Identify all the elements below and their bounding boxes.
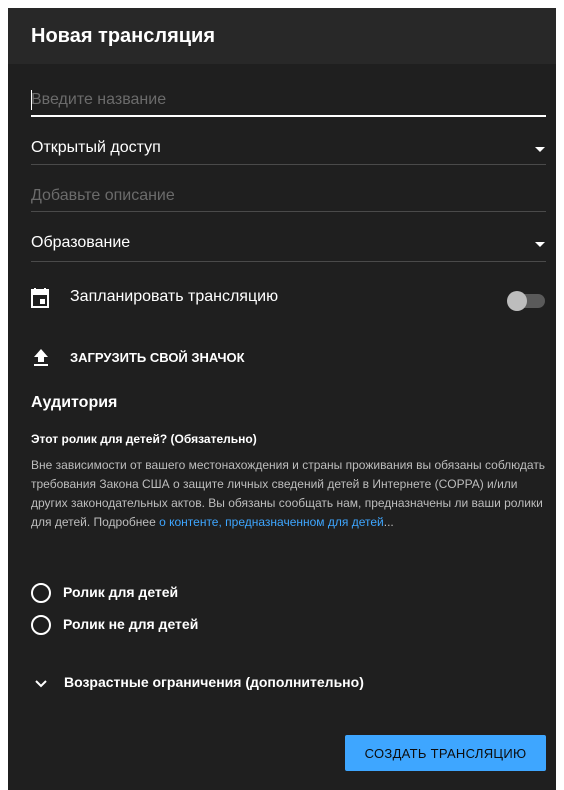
stream-title-underline — [31, 115, 546, 117]
stream-title-input[interactable] — [31, 88, 546, 112]
made-for-kids-link[interactable]: о контенте, предназначенном для детей — [159, 515, 384, 529]
age-restrictions-label: Возрастные ограничения (дополнительно) — [64, 674, 364, 690]
category-underline — [31, 261, 546, 262]
dropdown-arrow-icon — [535, 147, 545, 152]
stream-title-field[interactable] — [31, 88, 546, 118]
age-restrictions-expander[interactable]: Возрастные ограничения (дополнительно) — [31, 670, 431, 694]
category-select-value: Образование — [31, 234, 131, 251]
schedule-label: Запланировать трансляцию — [70, 288, 279, 305]
description-placeholder: Добавьте описание — [31, 187, 175, 204]
schedule-toggle[interactable] — [507, 291, 545, 311]
new-stream-dialog: Новая трансляция Открытый доступ Добавьт… — [8, 8, 556, 790]
create-stream-label: СОЗДАТЬ ТРАНСЛЯЦИЮ — [364, 745, 527, 761]
description-underline — [31, 211, 546, 212]
upload-icon — [33, 348, 49, 368]
description-field[interactable]: Добавьте описание — [31, 187, 546, 213]
create-stream-button[interactable]: СОЗДАТЬ ТРАНСЛЯЦИЮ — [345, 735, 546, 771]
privacy-underline — [31, 164, 546, 165]
radio-not-made-for-kids[interactable]: Ролик не для детей — [31, 614, 291, 638]
category-select[interactable]: Образование — [31, 234, 546, 262]
made-for-kids-question: Этот ролик для детей? (Обязательно) — [31, 432, 257, 446]
dropdown-arrow-icon — [535, 242, 545, 247]
coppa-info-text: Вне зависимости от вашего местонахождени… — [31, 456, 551, 532]
calendar-icon — [31, 288, 49, 308]
dialog-header: Новая трансляция — [8, 8, 556, 64]
privacy-select-value: Открытый доступ — [31, 139, 161, 156]
upload-thumbnail-button[interactable]: ЗАГРУЗИТЬ СВОЙ ЗНАЧОК — [31, 344, 271, 372]
privacy-select[interactable]: Открытый доступ — [31, 139, 546, 165]
radio-circle — [31, 583, 51, 603]
radio-label: Ролик не для детей — [63, 616, 199, 632]
toggle-thumb — [507, 291, 527, 311]
chevron-down-icon — [35, 676, 47, 688]
audience-title: Аудитория — [31, 394, 118, 411]
text-caret — [31, 90, 32, 110]
radio-label: Ролик для детей — [63, 584, 179, 600]
coppa-info-ellipsis: ... — [383, 515, 394, 529]
upload-thumbnail-label: ЗАГРУЗИТЬ СВОЙ ЗНАЧОК — [70, 350, 245, 365]
dialog-title: Новая трансляция — [31, 25, 216, 47]
radio-made-for-kids[interactable]: Ролик для детей — [31, 582, 291, 606]
radio-circle — [31, 615, 51, 635]
